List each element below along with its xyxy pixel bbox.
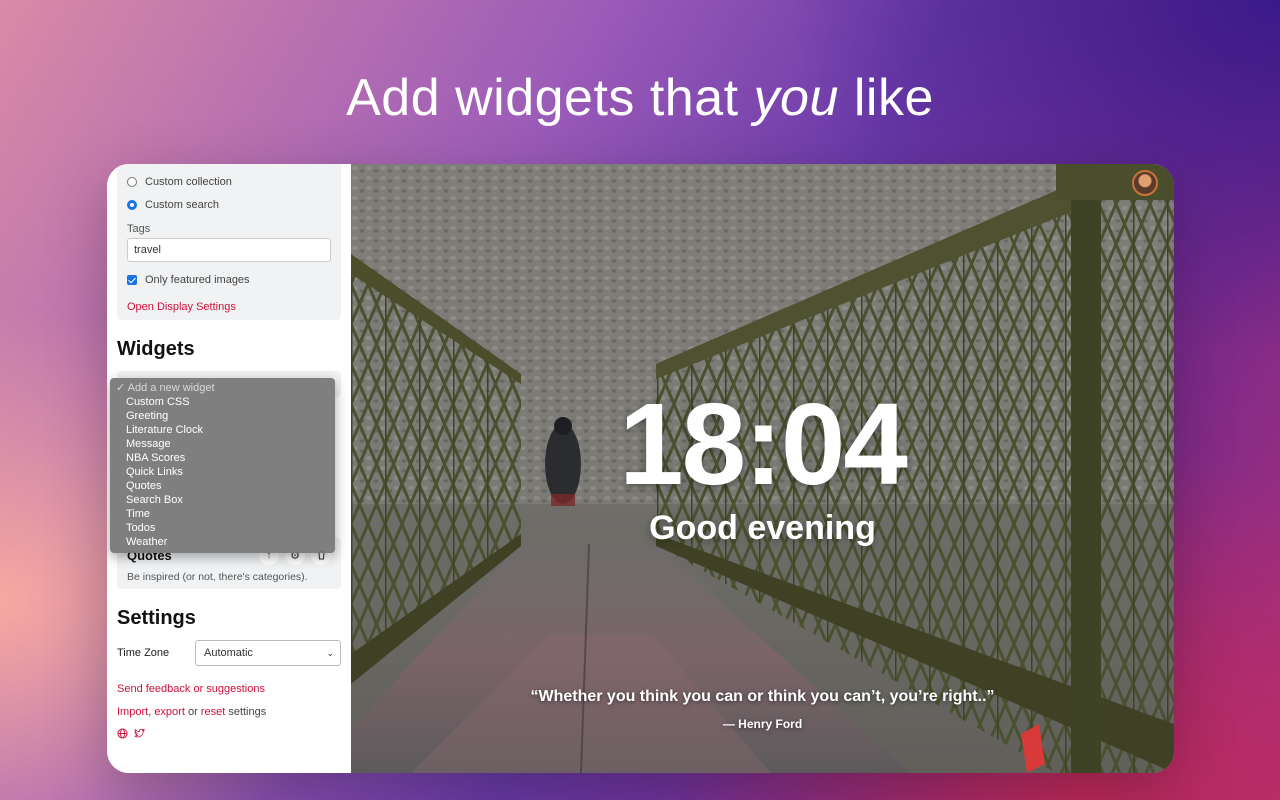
or-text: or — [187, 706, 198, 718]
dropdown-option[interactable]: Quick Links — [110, 465, 335, 479]
dropdown-option[interactable]: Greeting — [110, 409, 335, 423]
headline-emphasis: you — [753, 69, 839, 127]
dropdown-option[interactable]: Literature Clock — [110, 423, 335, 437]
timezone-select[interactable]: Automatic ⌄ — [195, 640, 341, 666]
dropdown-option[interactable]: Time — [110, 507, 335, 521]
background-photo: 18:04 Good evening “Whether you think yo… — [351, 164, 1174, 773]
time-widget: 18:04 — [619, 379, 908, 509]
radio-label: Custom collection — [145, 175, 232, 188]
export-link[interactable]: export — [154, 706, 185, 718]
radio-button[interactable] — [127, 176, 137, 187]
settings-heading: Settings — [117, 607, 196, 629]
headline-text: Add widgets that — [346, 69, 754, 127]
dropdown-option[interactable]: Custom CSS — [110, 395, 335, 409]
quote-author: — Henry Ford — [722, 717, 803, 731]
featured-images-checkbox-row[interactable]: Only featured images — [127, 268, 331, 291]
greeting-widget: Good evening — [649, 509, 876, 547]
twitter-icon[interactable] — [134, 728, 146, 742]
reset-link[interactable]: reset — [201, 706, 225, 718]
radio-custom-collection[interactable]: Custom collection — [127, 170, 331, 193]
featured-images-label: Only featured images — [145, 273, 250, 286]
tags-input[interactable]: travel — [127, 238, 331, 262]
timezone-value: Automatic — [204, 647, 253, 659]
app-window: Custom collection Custom search Tags tra… — [107, 164, 1174, 773]
featured-images-checkbox[interactable] — [127, 274, 137, 285]
dropdown-option[interactable]: Search Box — [110, 493, 335, 507]
quotes-widget-description: Be inspired (or not, there's categories)… — [127, 571, 308, 583]
radio-custom-search[interactable]: Custom search — [127, 193, 331, 216]
headline: Add widgets that you like — [0, 68, 1280, 128]
dropdown-option[interactable]: NBA Scores — [110, 451, 335, 465]
radio-label: Custom search — [145, 198, 219, 211]
dropdown-placeholder: ✓ Add a new widget — [116, 382, 215, 394]
tags-label: Tags — [127, 223, 151, 235]
radio-button-selected[interactable] — [127, 199, 137, 210]
feedback-link[interactable]: Send feedback or suggestions — [117, 682, 341, 696]
globe-icon[interactable] — [117, 728, 128, 742]
footer-icons — [117, 728, 341, 742]
settings-text: settings — [228, 706, 267, 718]
dropdown-option[interactable]: Weather — [110, 535, 335, 549]
timezone-label: Time Zone — [117, 647, 170, 659]
add-widget-dropdown[interactable]: ✓ Add a new widget Custom CSS Greeting L… — [110, 378, 335, 553]
settings-sidebar: Custom collection Custom search Tags tra… — [107, 164, 351, 773]
avatar[interactable] — [1132, 170, 1158, 196]
dropdown-option[interactable]: Todos — [110, 521, 335, 535]
headline-text-end: like — [838, 69, 934, 127]
widgets-heading: Widgets — [117, 338, 195, 360]
quote-text: “Whether you think you can or think you … — [530, 688, 995, 705]
dropdown-option[interactable]: Quotes — [110, 479, 335, 493]
chevron-down-icon: ⌄ — [326, 647, 334, 658]
open-display-settings-link[interactable]: Open Display Settings — [127, 301, 331, 313]
import-link[interactable]: Import — [117, 706, 148, 718]
import-export-line: Import, export or reset settings — [117, 706, 267, 718]
background-settings-card: Custom collection Custom search Tags tra… — [117, 164, 341, 320]
dropdown-option[interactable]: Message — [110, 437, 335, 451]
timezone-row: Time Zone Automatic ⌄ — [117, 640, 341, 666]
